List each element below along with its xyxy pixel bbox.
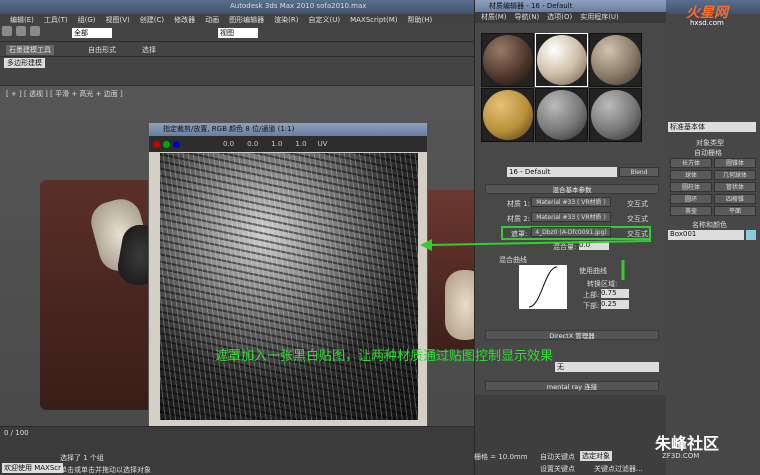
torus-button[interactable]: 圆环 — [670, 194, 712, 204]
main-menu-bar: 编辑(E) 工具(T) 组(G) 视图(V) 创建(C) 修改器 动画 图形编辑… — [0, 14, 476, 25]
key-filters-button[interactable]: 关键点过滤器... — [594, 464, 643, 474]
object-name-field[interactable]: Box001 — [668, 230, 744, 240]
uv-label: UV — [317, 140, 328, 148]
menu-customize[interactable]: 自定义(U) — [308, 15, 340, 25]
upper-label: 上部: — [583, 291, 600, 299]
rollout-blend-basic[interactable]: 混合基本参数 — [485, 184, 659, 194]
selected-object-dropdown[interactable]: 选定对象 — [580, 451, 612, 461]
upper-field[interactable]: 0.75 — [601, 289, 629, 298]
tab-freeform[interactable]: 自由形式 — [88, 45, 116, 55]
material1-label: 材质 1: — [507, 200, 531, 208]
primitive-type-dropdown[interactable]: 标准基本体 — [668, 122, 756, 132]
menu-tools[interactable]: 工具(T) — [44, 15, 68, 25]
rollout-directx[interactable]: DirectX 管理器 — [485, 330, 659, 340]
menu-animation[interactable]: 动画 — [205, 15, 219, 25]
material-type-button[interactable]: Blend — [619, 167, 659, 177]
name-color-label: 名称和颜色 — [692, 221, 727, 229]
tube-button[interactable]: 管状体 — [714, 182, 756, 192]
material2-button[interactable]: Material #33 ( VR材质 ) — [531, 212, 611, 222]
material-editor-menu: 材质(M) 导航(N) 选项(O) 实用程序(U) — [475, 12, 666, 23]
maxscript-listener[interactable]: 欢迎使用 MAXScr — [2, 463, 64, 473]
bitmap-window-toolbar: 0.0 0.0 1.0 1.0 UV — [149, 136, 427, 152]
material-name-field[interactable]: 16 - Default — [507, 167, 617, 177]
material1-interactive[interactable]: 交互式 — [627, 199, 648, 209]
menu-views[interactable]: 视图(V) — [106, 15, 130, 25]
ribbon-panel: 多边形建模 — [0, 57, 474, 86]
directx-dropdown[interactable]: 无 — [555, 362, 659, 372]
redo-icon[interactable] — [16, 26, 26, 36]
main-toolbar: 全部 视图 — [0, 25, 474, 42]
menu-modifiers[interactable]: 修改器 — [174, 15, 195, 25]
blue-channel-icon[interactable] — [173, 140, 180, 148]
material-editor-empty-area — [475, 395, 667, 475]
selected-count: 选择了 1 个组 — [60, 454, 104, 462]
material-slot-2[interactable] — [535, 33, 588, 87]
menu-maxscript[interactable]: MAXScript(M) — [350, 16, 397, 24]
material-slot-4[interactable] — [481, 88, 534, 142]
tab-selection[interactable]: 选择 — [142, 45, 156, 55]
link-icon[interactable] — [30, 26, 40, 36]
menu-material[interactable]: 材质(M) — [481, 12, 507, 23]
tab-graphite-modeling[interactable]: 石墨建模工具 — [6, 45, 54, 55]
command-panel: 标准基本体 对象类型 自动栅格 长方体 圆锥体 球体 几何球体 圆柱体 管状体 … — [666, 14, 760, 475]
status-bar: 0 / 100 选择了 1 个组 单击或单击并拖动以选择对象 欢迎使用 MAXS… — [0, 426, 474, 475]
material-slot-6[interactable] — [589, 88, 642, 142]
menu-utilities[interactable]: 实用程序(U) — [580, 12, 619, 23]
cone-button[interactable]: 圆锥体 — [714, 158, 756, 168]
object-type-label: 对象类型 — [696, 139, 724, 147]
viewport-label[interactable]: [ + ] [ 透视 ] [ 平滑 + 高光 + 边面 ] — [6, 89, 123, 99]
undo-icon[interactable] — [2, 26, 12, 36]
red-channel-icon[interactable] — [153, 140, 160, 148]
material-editor-title: 材质编辑器 - 16 - Default — [475, 0, 666, 12]
v-value[interactable]: 0.0 — [247, 140, 258, 148]
tutorial-caption: 遮罩加入一张黑白贴图，让两种材质通过贴图控制显示效果 — [215, 349, 554, 364]
bitmap-window-title: 指定裁剪/放置, RGB 颜色 8 位/通道 (1:1) — [149, 123, 427, 136]
menu-graph-editors[interactable]: 图形编辑器 — [229, 15, 264, 25]
geosphere-button[interactable]: 几何球体 — [714, 170, 756, 180]
menu-group[interactable]: 组(G) — [78, 15, 96, 25]
lower-label: 下部: — [583, 302, 600, 310]
material2-label: 材质 2: — [507, 215, 531, 223]
rollout-mental-ray[interactable]: mental ray 连接 — [485, 381, 659, 391]
app-title: Autodesk 3ds Max 2010 sofa2010.max — [230, 2, 367, 10]
u-value[interactable]: 0.0 — [223, 140, 234, 148]
w-value[interactable]: 1.0 — [271, 140, 282, 148]
zf3d-url: ZF3D.COM — [662, 452, 700, 460]
box-button[interactable]: 长方体 — [670, 158, 712, 168]
hxsd-url: hxsd.com — [690, 19, 724, 27]
menu-help[interactable]: 帮助(H) — [408, 15, 433, 25]
object-color-swatch[interactable] — [746, 230, 756, 240]
timeline-position[interactable]: 0 / 100 — [4, 429, 29, 437]
ribbon-tabs: 石墨建模工具 自由形式 选择 — [0, 42, 474, 57]
menu-rendering[interactable]: 渲染(R) — [274, 15, 298, 25]
material1-button[interactable]: Material #33 ( VR材质 ) — [531, 197, 611, 207]
zf3d-logo: 朱峰社区 — [655, 434, 720, 453]
auto-key-button[interactable]: 自动关键点 — [540, 452, 575, 462]
set-key-button[interactable]: 设置关键点 — [540, 464, 575, 474]
material-slot-3[interactable] — [589, 33, 642, 87]
menu-edit[interactable]: 编辑(E) — [10, 15, 34, 25]
material-slot-5[interactable] — [535, 88, 588, 142]
annotation-arrow — [420, 233, 651, 280]
pyramid-button[interactable]: 四棱锥 — [714, 194, 756, 204]
grid-size: 栅格 = 10.0mm — [474, 453, 528, 461]
material-slot-1[interactable] — [481, 33, 534, 87]
h-value[interactable]: 1.0 — [295, 140, 306, 148]
green-channel-icon[interactable] — [163, 140, 170, 148]
polygon-modeling-label[interactable]: 多边形建模 — [4, 58, 45, 68]
cylinder-button[interactable]: 圆柱体 — [670, 182, 712, 192]
material2-interactive[interactable]: 交互式 — [627, 214, 648, 224]
menu-create[interactable]: 创建(C) — [140, 15, 164, 25]
reference-coord-dropdown[interactable]: 视图 — [218, 28, 258, 38]
menu-options[interactable]: 选项(O) — [547, 12, 572, 23]
mask-bitmap-image[interactable] — [160, 153, 418, 420]
plane-button[interactable]: 平面 — [714, 206, 756, 216]
status-hint: 单击或单击并拖动以选择对象 — [60, 466, 151, 474]
sphere-button[interactable]: 球体 — [670, 170, 712, 180]
lower-field[interactable]: 0.25 — [601, 300, 629, 309]
teapot-button[interactable]: 茶壶 — [670, 206, 712, 216]
auto-grid-checkbox[interactable]: 自动栅格 — [694, 148, 722, 158]
menu-navigation[interactable]: 导航(N) — [515, 12, 540, 23]
selection-filter-dropdown[interactable]: 全部 — [72, 28, 112, 38]
